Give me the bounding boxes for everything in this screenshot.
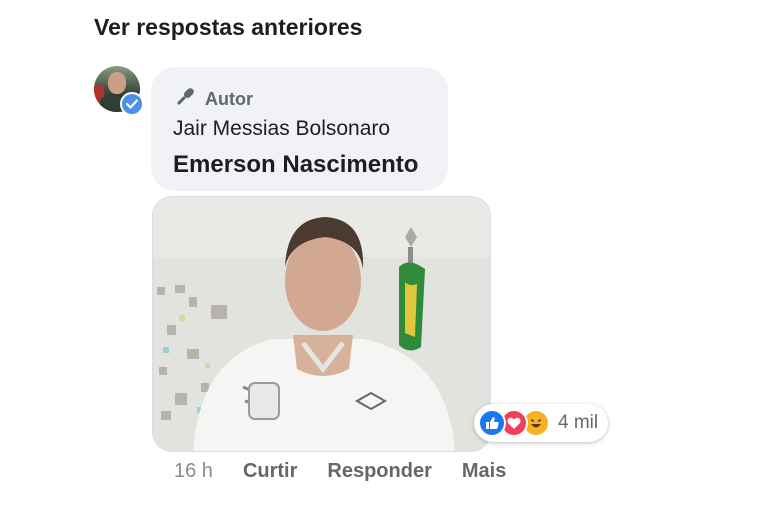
like-button[interactable]: Curtir [243,460,297,483]
comment-timestamp[interactable]: 16 h [174,460,213,483]
author-badge-label: Autor [205,89,253,109]
more-button[interactable]: Mais [462,460,506,483]
reactions-count[interactable]: 4 mil [558,412,598,434]
avatar-face [108,72,126,94]
comment-text: Emerson Nascimento [173,151,419,178]
microphone-icon [173,85,197,114]
like-icon [478,409,506,437]
verified-check-icon [120,92,144,116]
comment-photo[interactable] [152,196,491,452]
reply-button[interactable]: Responder [327,460,431,483]
previous-replies-link[interactable]: Ver respostas anteriores [94,14,362,41]
author-name[interactable]: Jair Messias Bolsonaro [173,117,390,141]
comment-actions: 16 h Curtir Responder Mais [174,460,536,483]
comment-bubble: Autor Jair Messias Bolsonaro Emerson Nas… [151,67,448,191]
author-badge: Autor [173,85,253,114]
reactions-summary[interactable]: 4 mil [474,404,609,442]
photo-illustration [153,197,490,451]
